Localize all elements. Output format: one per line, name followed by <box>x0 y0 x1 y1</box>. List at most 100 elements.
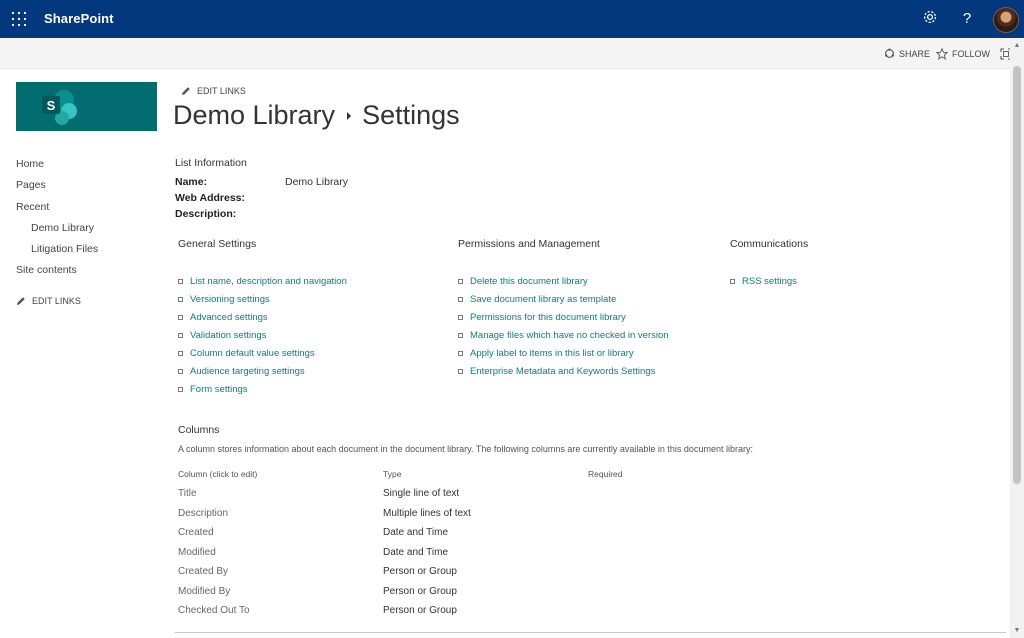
column-type: Person or Group <box>383 585 457 597</box>
name-value: Demo Library <box>285 176 349 188</box>
bullet-icon <box>178 278 183 284</box>
communications-link[interactable]: RSS settings <box>730 272 808 290</box>
follow-label: FOLLOW <box>952 49 991 59</box>
permissions-heading: Permissions and Management <box>458 238 600 250</box>
general-settings-link[interactable]: Validation settings <box>178 326 347 344</box>
column-type: Single line of text <box>383 488 460 499</box>
top-edit-links-label: EDIT LINKS <box>197 86 246 96</box>
gear-icon[interactable] <box>920 9 940 29</box>
communications-heading: Communications <box>730 238 809 250</box>
nav-item-demo-library[interactable]: Demo Library <box>16 220 98 241</box>
columns-heading: Columns <box>178 424 220 436</box>
pencil-icon <box>17 297 25 305</box>
section-divider <box>175 632 1006 633</box>
description-label: Description: <box>175 208 237 220</box>
table-row: Created Date and Time <box>178 527 778 547</box>
table-row: Created By Person or Group <box>178 566 778 586</box>
help-icon[interactable]: ? <box>957 9 977 29</box>
nav-edit-links-button[interactable]: EDIT LINKS <box>16 296 81 306</box>
column-type: Date and Time <box>383 546 449 558</box>
permissions-link[interactable]: Manage files which have no checked in ve… <box>458 326 669 344</box>
bullet-icon <box>178 296 183 302</box>
sharepoint-logo-icon: S <box>42 90 77 125</box>
action-bar: SHARE FOLLOW <box>0 38 1012 69</box>
column-name-link[interactable]: Modified By <box>178 586 230 597</box>
bullet-icon <box>458 350 463 356</box>
nav-item-site-contents[interactable]: Site contents <box>16 262 98 283</box>
page-title: Demo Library Settings <box>173 100 460 131</box>
scroll-up-icon[interactable]: ▲ <box>1010 39 1024 53</box>
column-name-link[interactable]: Created By <box>178 566 228 577</box>
column-name-link[interactable]: Description <box>178 508 228 519</box>
name-label: Name: <box>175 176 208 188</box>
general-settings-section: General Settings List name, description … <box>178 238 347 398</box>
bullet-icon <box>178 386 183 392</box>
share-label: SHARE <box>899 48 931 59</box>
quick-launch-nav: Home Pages Recent Demo Library Litigatio… <box>16 156 98 284</box>
permissions-link[interactable]: Delete this document library <box>458 272 669 290</box>
bullet-icon <box>178 314 183 320</box>
pencil-icon <box>182 87 190 95</box>
table-row: Title Single line of text <box>178 488 778 508</box>
general-settings-link[interactable]: Versioning settings <box>178 290 347 308</box>
columns-description: A column stores information about each d… <box>178 444 753 454</box>
share-icon <box>885 48 894 58</box>
permissions-link[interactable]: Apply label to items in this list or lib… <box>458 344 669 362</box>
breadcrumb-separator-icon <box>347 111 352 120</box>
share-button[interactable]: SHARE <box>884 48 930 59</box>
table-row: Description Multiple lines of text <box>178 508 778 528</box>
column-name-link[interactable]: Title <box>178 488 197 499</box>
column-type: Multiple lines of text <box>383 507 471 519</box>
vertical-scrollbar[interactable]: ▲ ▼ <box>1010 38 1024 638</box>
bullet-icon <box>458 296 463 302</box>
nav-item-recent[interactable]: Recent <box>16 199 98 220</box>
general-settings-link[interactable]: List name, description and navigation <box>178 272 347 290</box>
avatar[interactable] <box>993 7 1019 33</box>
bullet-icon <box>730 278 735 284</box>
bullet-icon <box>458 314 463 320</box>
app-launcher-icon[interactable] <box>12 12 26 26</box>
column-name-link[interactable]: Modified <box>178 547 216 558</box>
permissions-link[interactable]: Enterprise Metadata and Keywords Setting… <box>458 362 669 380</box>
web-address-label: Web Address: <box>175 192 246 204</box>
column-name-link[interactable]: Checked Out To <box>178 605 250 616</box>
table-row: Modified Date and Time <box>178 547 778 567</box>
follow-button[interactable]: FOLLOW <box>936 48 990 60</box>
breadcrumb-library[interactable]: Demo Library <box>173 100 335 131</box>
bullet-icon <box>458 368 463 374</box>
column-type: Person or Group <box>383 605 457 616</box>
bullet-icon <box>178 350 183 356</box>
nav-item-pages[interactable]: Pages <box>16 177 98 198</box>
column-type: Person or Group <box>383 566 457 577</box>
general-settings-link[interactable]: Form settings <box>178 380 347 398</box>
general-settings-link[interactable]: Audience targeting settings <box>178 362 347 380</box>
site-logo[interactable]: S <box>16 82 157 131</box>
bullet-icon <box>178 332 183 338</box>
svg-text:S: S <box>47 98 56 113</box>
nav-item-home[interactable]: Home <box>16 156 98 177</box>
table-row: Checked Out To Person or Group <box>178 605 778 625</box>
list-information-heading: List Information <box>175 157 247 169</box>
nav-edit-links-label: EDIT LINKS <box>32 296 81 306</box>
column-header-required: Required <box>588 469 623 479</box>
nav-item-litigation-files[interactable]: Litigation Files <box>16 241 98 262</box>
column-header-type: Type <box>383 469 402 479</box>
column-type: Date and Time <box>383 527 449 538</box>
permissions-link[interactable]: Save document library as template <box>458 290 669 308</box>
bullet-icon <box>458 332 463 338</box>
permissions-link[interactable]: Permissions for this document library <box>458 308 669 326</box>
column-header-name: Column (click to edit) <box>178 469 258 479</box>
bullet-icon <box>458 278 463 284</box>
bullet-icon <box>178 368 183 374</box>
breadcrumb-current: Settings <box>362 100 460 130</box>
scroll-down-icon[interactable]: ▼ <box>1010 624 1024 638</box>
star-icon <box>936 48 948 60</box>
top-edit-links-button[interactable]: EDIT LINKS <box>181 86 246 96</box>
app-brand[interactable]: SharePoint <box>44 11 114 26</box>
column-name-link[interactable]: Created <box>178 527 214 538</box>
general-settings-link[interactable]: Advanced settings <box>178 308 347 326</box>
scrollbar-thumb[interactable] <box>1013 66 1021 484</box>
permissions-section: Permissions and Management Delete this d… <box>458 238 669 380</box>
suite-bar: SharePoint ? <box>0 0 1024 38</box>
general-settings-link[interactable]: Column default value settings <box>178 344 347 362</box>
